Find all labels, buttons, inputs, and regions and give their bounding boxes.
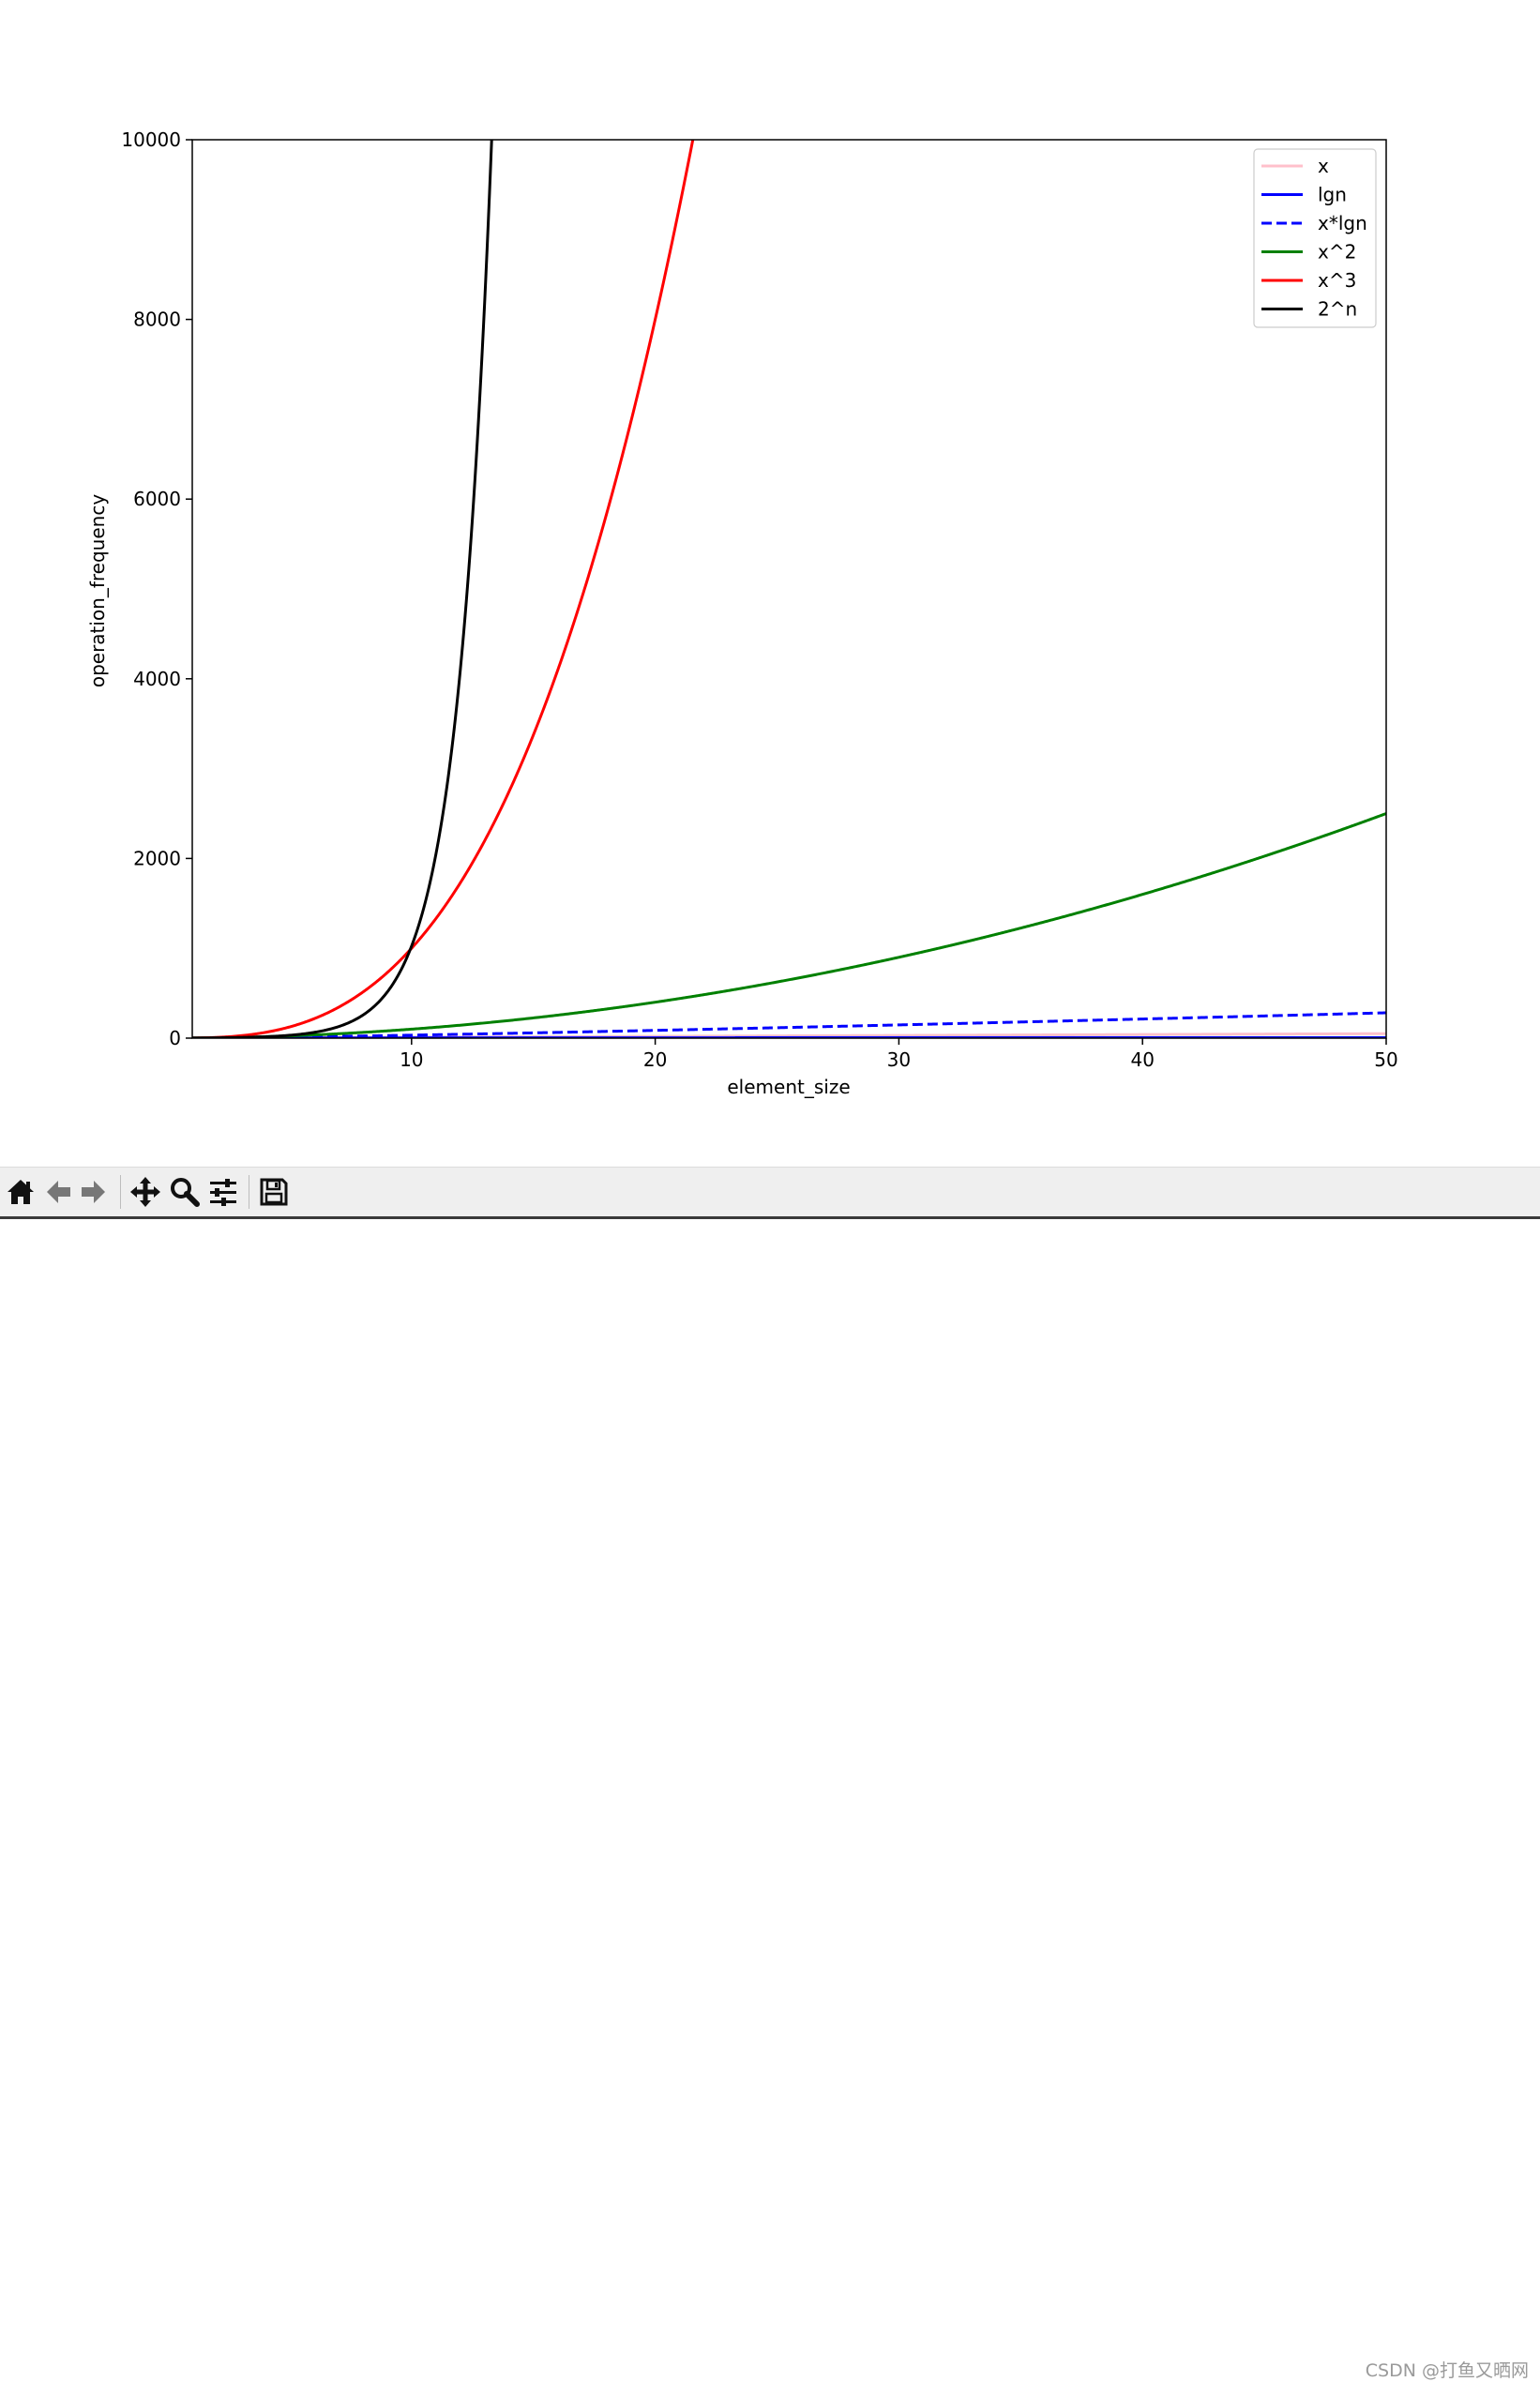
zoom-button[interactable] [168,1175,202,1209]
y-tick-label: 2000 [133,847,181,869]
home-button[interactable] [4,1175,38,1209]
y-tick-label: 10000 [121,128,181,151]
y-tick-label: 8000 [133,309,181,331]
series-line-x-2 [192,812,1386,1038]
save-figure-icon [260,1178,288,1206]
ticks-layer: 10 20 30 40 50 0 2000 4000 6000 8000 10000 [121,128,1397,1071]
zoom-magnifier-icon [171,1178,200,1207]
navigation-toolbar: CSDN @打鱼又晒网 [0,1167,1540,2381]
save-figure-button[interactable] [257,1175,291,1209]
x-tick-label: 30 [887,1048,911,1071]
legend-label: x^2 [1318,241,1356,264]
forward-arrow-icon [82,1181,105,1203]
y-tick-label: 0 [169,1027,181,1049]
home-icon [8,1180,34,1204]
y-tick-label: 4000 [133,668,181,690]
x-tick-label: 20 [643,1048,667,1071]
x-tick-label: 50 [1374,1048,1397,1071]
line-chart: 10 20 30 40 50 0 2000 4000 6000 8000 10000 element… [86,128,1398,1098]
x-axis-label: element_size [727,1076,850,1098]
series-line-x-3 [192,140,695,1038]
axes-frame [191,139,1387,1039]
back-arrow-icon [47,1181,70,1203]
x-tick-label: 10 [400,1048,423,1071]
configure-subplots-button[interactable] [206,1175,240,1209]
series-line-2-n [192,140,493,1038]
legend-box [1253,148,1377,328]
legend-label: x [1318,155,1329,177]
legend: x lgn x*lgn x^2 x^3 2^n [1253,148,1377,328]
legend-label: x*lgn [1318,212,1367,234]
y-tick-label: 6000 [133,488,181,510]
legend-label: 2^n [1318,298,1357,321]
pan-button[interactable] [128,1175,162,1209]
toolbar-separator [120,1175,121,1209]
y-axis-label: operation_frequency [86,494,109,688]
configure-subplots-icon [210,1179,236,1206]
forward-button[interactable] [77,1175,111,1209]
legend-label: x^3 [1318,269,1356,292]
watermark: CSDN @打鱼又晒网 [1365,2360,1529,2381]
pan-move-icon [130,1177,160,1207]
legend-label: lgn [1318,184,1347,206]
x-tick-label: 40 [1130,1048,1154,1071]
back-button[interactable] [41,1175,75,1209]
series-layer [192,140,1386,1038]
figure-canvas: 10 20 30 40 50 0 2000 4000 6000 8000 10000 element… [0,0,1540,1167]
